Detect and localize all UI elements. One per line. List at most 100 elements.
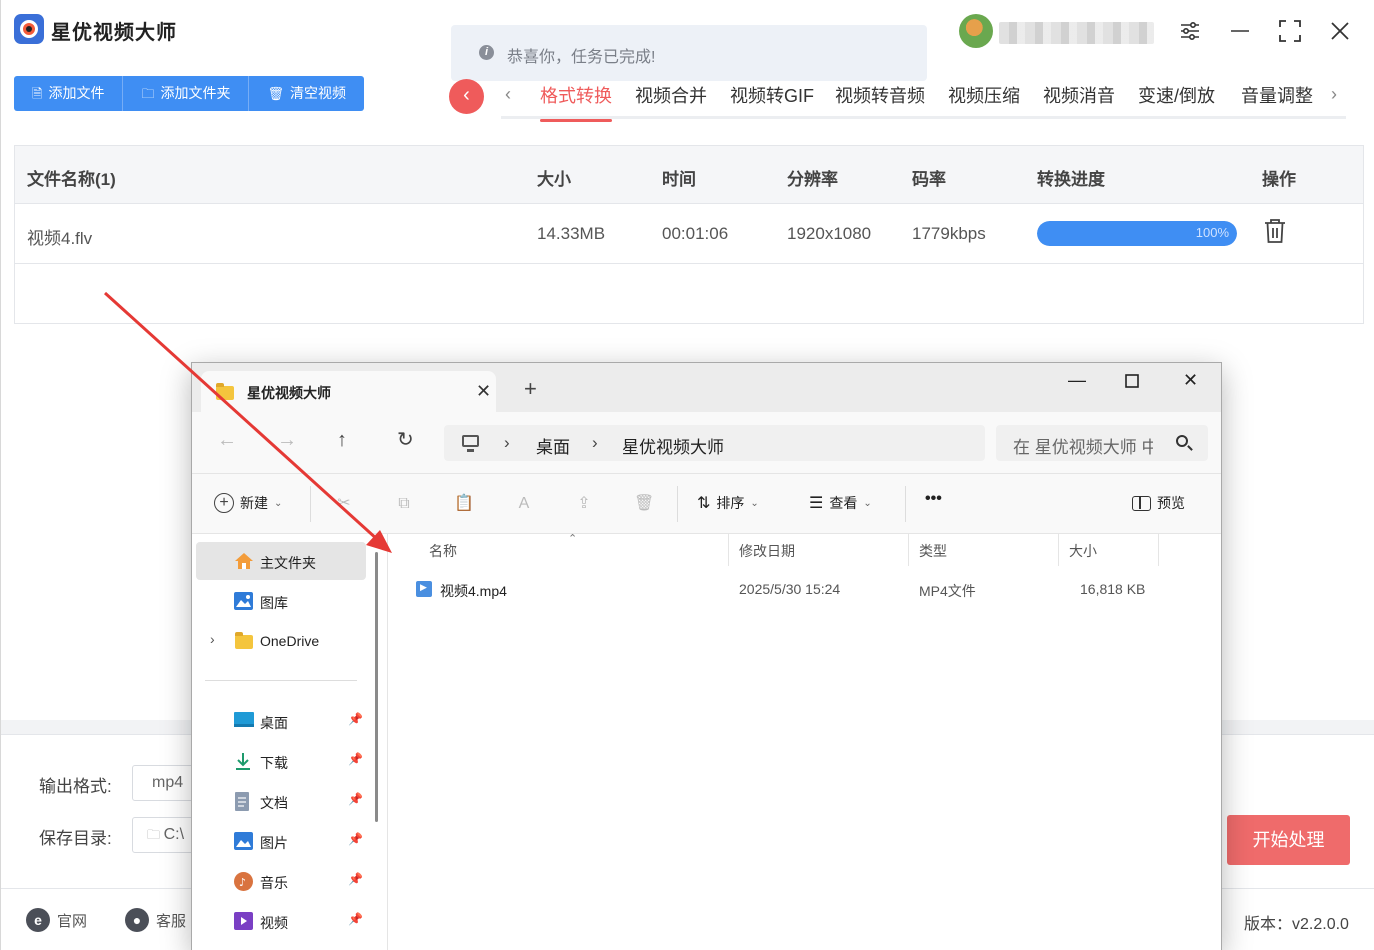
refresh-icon[interactable]: ↻ <box>397 430 414 450</box>
pin-icon[interactable]: 📌 <box>348 712 363 726</box>
add-file-button[interactable]: 🗎 添加文件 <box>14 76 124 111</box>
start-processing-button[interactable]: 开始处理 <box>1227 815 1350 865</box>
file-name: 视频4.mp4 <box>440 583 507 599</box>
file-list: ⌃ 名称 修改日期 类型 大小 视频4.mp4 2025/5/30 15:24 … <box>388 533 1221 950</box>
sort-button[interactable]: ⇅ 排序 ⌄ <box>697 493 759 513</box>
breadcrumb-chevron-icon[interactable]: › <box>504 433 510 453</box>
back-icon[interactable]: ‹ <box>449 79 484 114</box>
new-button[interactable]: + 新建 ⌄ <box>214 493 282 513</box>
file-row[interactable]: 视频4.mp4 2025/5/30 15:24 MP4文件 16,818 KB <box>388 574 1221 606</box>
more-options-button[interactable]: ••• <box>925 490 942 508</box>
explorer-minimize-icon[interactable]: — <box>1068 370 1086 391</box>
tab-format-convert[interactable]: 格式转换 <box>540 82 612 122</box>
tab-close-icon[interactable]: ✕ <box>476 381 491 402</box>
tab-video-to-audio[interactable]: 视频转音频 <box>835 82 925 108</box>
breadcrumb-desktop[interactable]: 桌面 <box>536 433 570 458</box>
column-divider[interactable] <box>1058 534 1059 566</box>
save-dir-field[interactable]: 🗀 C:\ <box>132 817 194 853</box>
preview-pane-button[interactable]: 预览 <box>1132 493 1185 513</box>
explorer-titlebar: 星优视频大师 ✕ + — ✕ <box>192 363 1221 413</box>
tabs-scroll-right-icon[interactable]: › <box>1331 84 1337 105</box>
column-modified[interactable]: 修改日期 <box>739 541 795 561</box>
website-link[interactable]: e 官网 <box>26 908 87 932</box>
minimize-icon[interactable] <box>1223 14 1257 48</box>
delete-icon[interactable]: 🗑 <box>634 494 654 514</box>
search-box[interactable]: 在 星优视频大师 中搜索 <box>996 425 1208 461</box>
chevron-down-icon: ⌄ <box>750 497 759 509</box>
nav-item-downloads[interactable]: 下载 📌 <box>196 742 366 780</box>
tab-video-mute[interactable]: 视频消音 <box>1043 82 1115 108</box>
column-divider[interactable] <box>908 534 909 566</box>
browser-e-icon: e <box>26 908 50 932</box>
pin-icon[interactable]: 📌 <box>348 872 363 886</box>
breadcrumb-current-folder[interactable]: 星优视频大师 <box>622 433 724 458</box>
tab-video-merge[interactable]: 视频合并 <box>635 82 707 108</box>
output-format-select[interactable]: mp4 <box>132 765 194 801</box>
share-icon[interactable]: ⇪ <box>574 494 594 514</box>
delete-row-icon[interactable] <box>1263 218 1287 244</box>
file-type: MP4文件 <box>919 583 976 599</box>
column-divider[interactable] <box>728 534 729 566</box>
column-type[interactable]: 类型 <box>919 541 947 561</box>
nav-item-music[interactable]: ♪ 音乐 📌 <box>196 862 366 900</box>
user-name-masked <box>999 22 1154 44</box>
nav-item-onedrive[interactable]: › OneDrive <box>196 622 366 660</box>
column-divider[interactable] <box>1158 534 1159 566</box>
pin-icon[interactable]: 📌 <box>348 792 363 806</box>
command-separator <box>905 486 906 522</box>
up-arrow-icon[interactable]: ↑ <box>337 430 347 450</box>
preview-label: 预览 <box>1157 495 1185 511</box>
pin-icon[interactable]: 📌 <box>348 752 363 766</box>
breadcrumb-chevron-icon[interactable]: › <box>592 433 598 453</box>
nav-item-videos[interactable]: 视频 📌 <box>196 902 366 940</box>
column-name[interactable]: 名称 <box>429 541 457 561</box>
nav-item-documents[interactable]: 文档 📌 <box>196 782 366 820</box>
copy-icon[interactable]: ⧉ <box>394 494 414 514</box>
download-icon <box>234 752 253 770</box>
settings-sliders-icon[interactable] <box>1173 14 1207 48</box>
nav-item-pictures[interactable]: 图片 📌 <box>196 822 366 860</box>
tabs-scroll-left-icon[interactable]: ‹ <box>505 84 511 105</box>
nav-scrollbar[interactable] <box>375 552 378 822</box>
add-file-label: 添加文件 <box>48 85 105 101</box>
add-folder-button[interactable]: 🗀 添加文件夹 <box>123 76 250 111</box>
tab-video-to-gif[interactable]: 视频转GIF <box>730 82 814 108</box>
expand-chevron-icon[interactable]: › <box>210 631 215 647</box>
column-size[interactable]: 大小 <box>1069 541 1097 561</box>
tab-volume-adjust[interactable]: 音量调整 <box>1241 82 1313 108</box>
app-logo-icon <box>14 14 44 44</box>
table-row[interactable]: 视频4.flv 14.33MB 00:01:06 1920x1080 1779k… <box>15 204 1363 264</box>
support-link[interactable]: ● 客服 <box>125 908 186 932</box>
trash-icon: 🗑 <box>267 86 284 101</box>
new-label: 新建 <box>240 495 268 511</box>
folder-icon <box>234 632 253 650</box>
nav-item-home[interactable]: 主文件夹 <box>196 542 366 580</box>
col-duration: 时间 <box>662 170 696 189</box>
rename-icon[interactable]: A <box>514 494 534 514</box>
nav-item-gallery[interactable]: 图库 <box>196 582 366 620</box>
chat-bubble-icon: ● <box>125 908 149 932</box>
new-tab-plus-icon[interactable]: + <box>524 378 537 400</box>
explorer-maximize-icon[interactable] <box>1125 372 1139 393</box>
tab-video-compress[interactable]: 视频压缩 <box>948 82 1020 108</box>
nav-item-desktop[interactable]: 桌面 📌 <box>196 702 366 740</box>
user-avatar[interactable] <box>959 14 993 48</box>
pin-icon[interactable]: 📌 <box>348 912 363 926</box>
support-label: 客服 <box>156 912 187 930</box>
view-button[interactable]: ☰ 查看 ⌄ <box>809 493 872 513</box>
paste-icon[interactable]: 📋 <box>454 494 474 514</box>
pictures-icon <box>234 832 253 850</box>
explorer-close-icon[interactable]: ✕ <box>1183 370 1198 391</box>
chevron-down-icon: ⌄ <box>863 497 872 509</box>
home-icon <box>234 552 253 570</box>
fullscreen-icon[interactable] <box>1273 14 1307 48</box>
clear-videos-button[interactable]: 🗑 清空视频 <box>249 76 364 111</box>
close-icon[interactable] <box>1323 14 1357 48</box>
address-bar[interactable]: › 桌面 › 星优视频大师 <box>444 425 985 461</box>
forward-arrow-icon[interactable]: → <box>277 430 297 450</box>
explorer-tab[interactable]: 星优视频大师 ✕ <box>201 371 496 413</box>
back-arrow-icon[interactable]: ← <box>217 430 237 450</box>
pin-icon[interactable]: 📌 <box>348 832 363 846</box>
cut-icon[interactable]: ✂ <box>334 494 354 514</box>
tab-speed-reverse[interactable]: 变速/倒放 <box>1138 82 1215 108</box>
